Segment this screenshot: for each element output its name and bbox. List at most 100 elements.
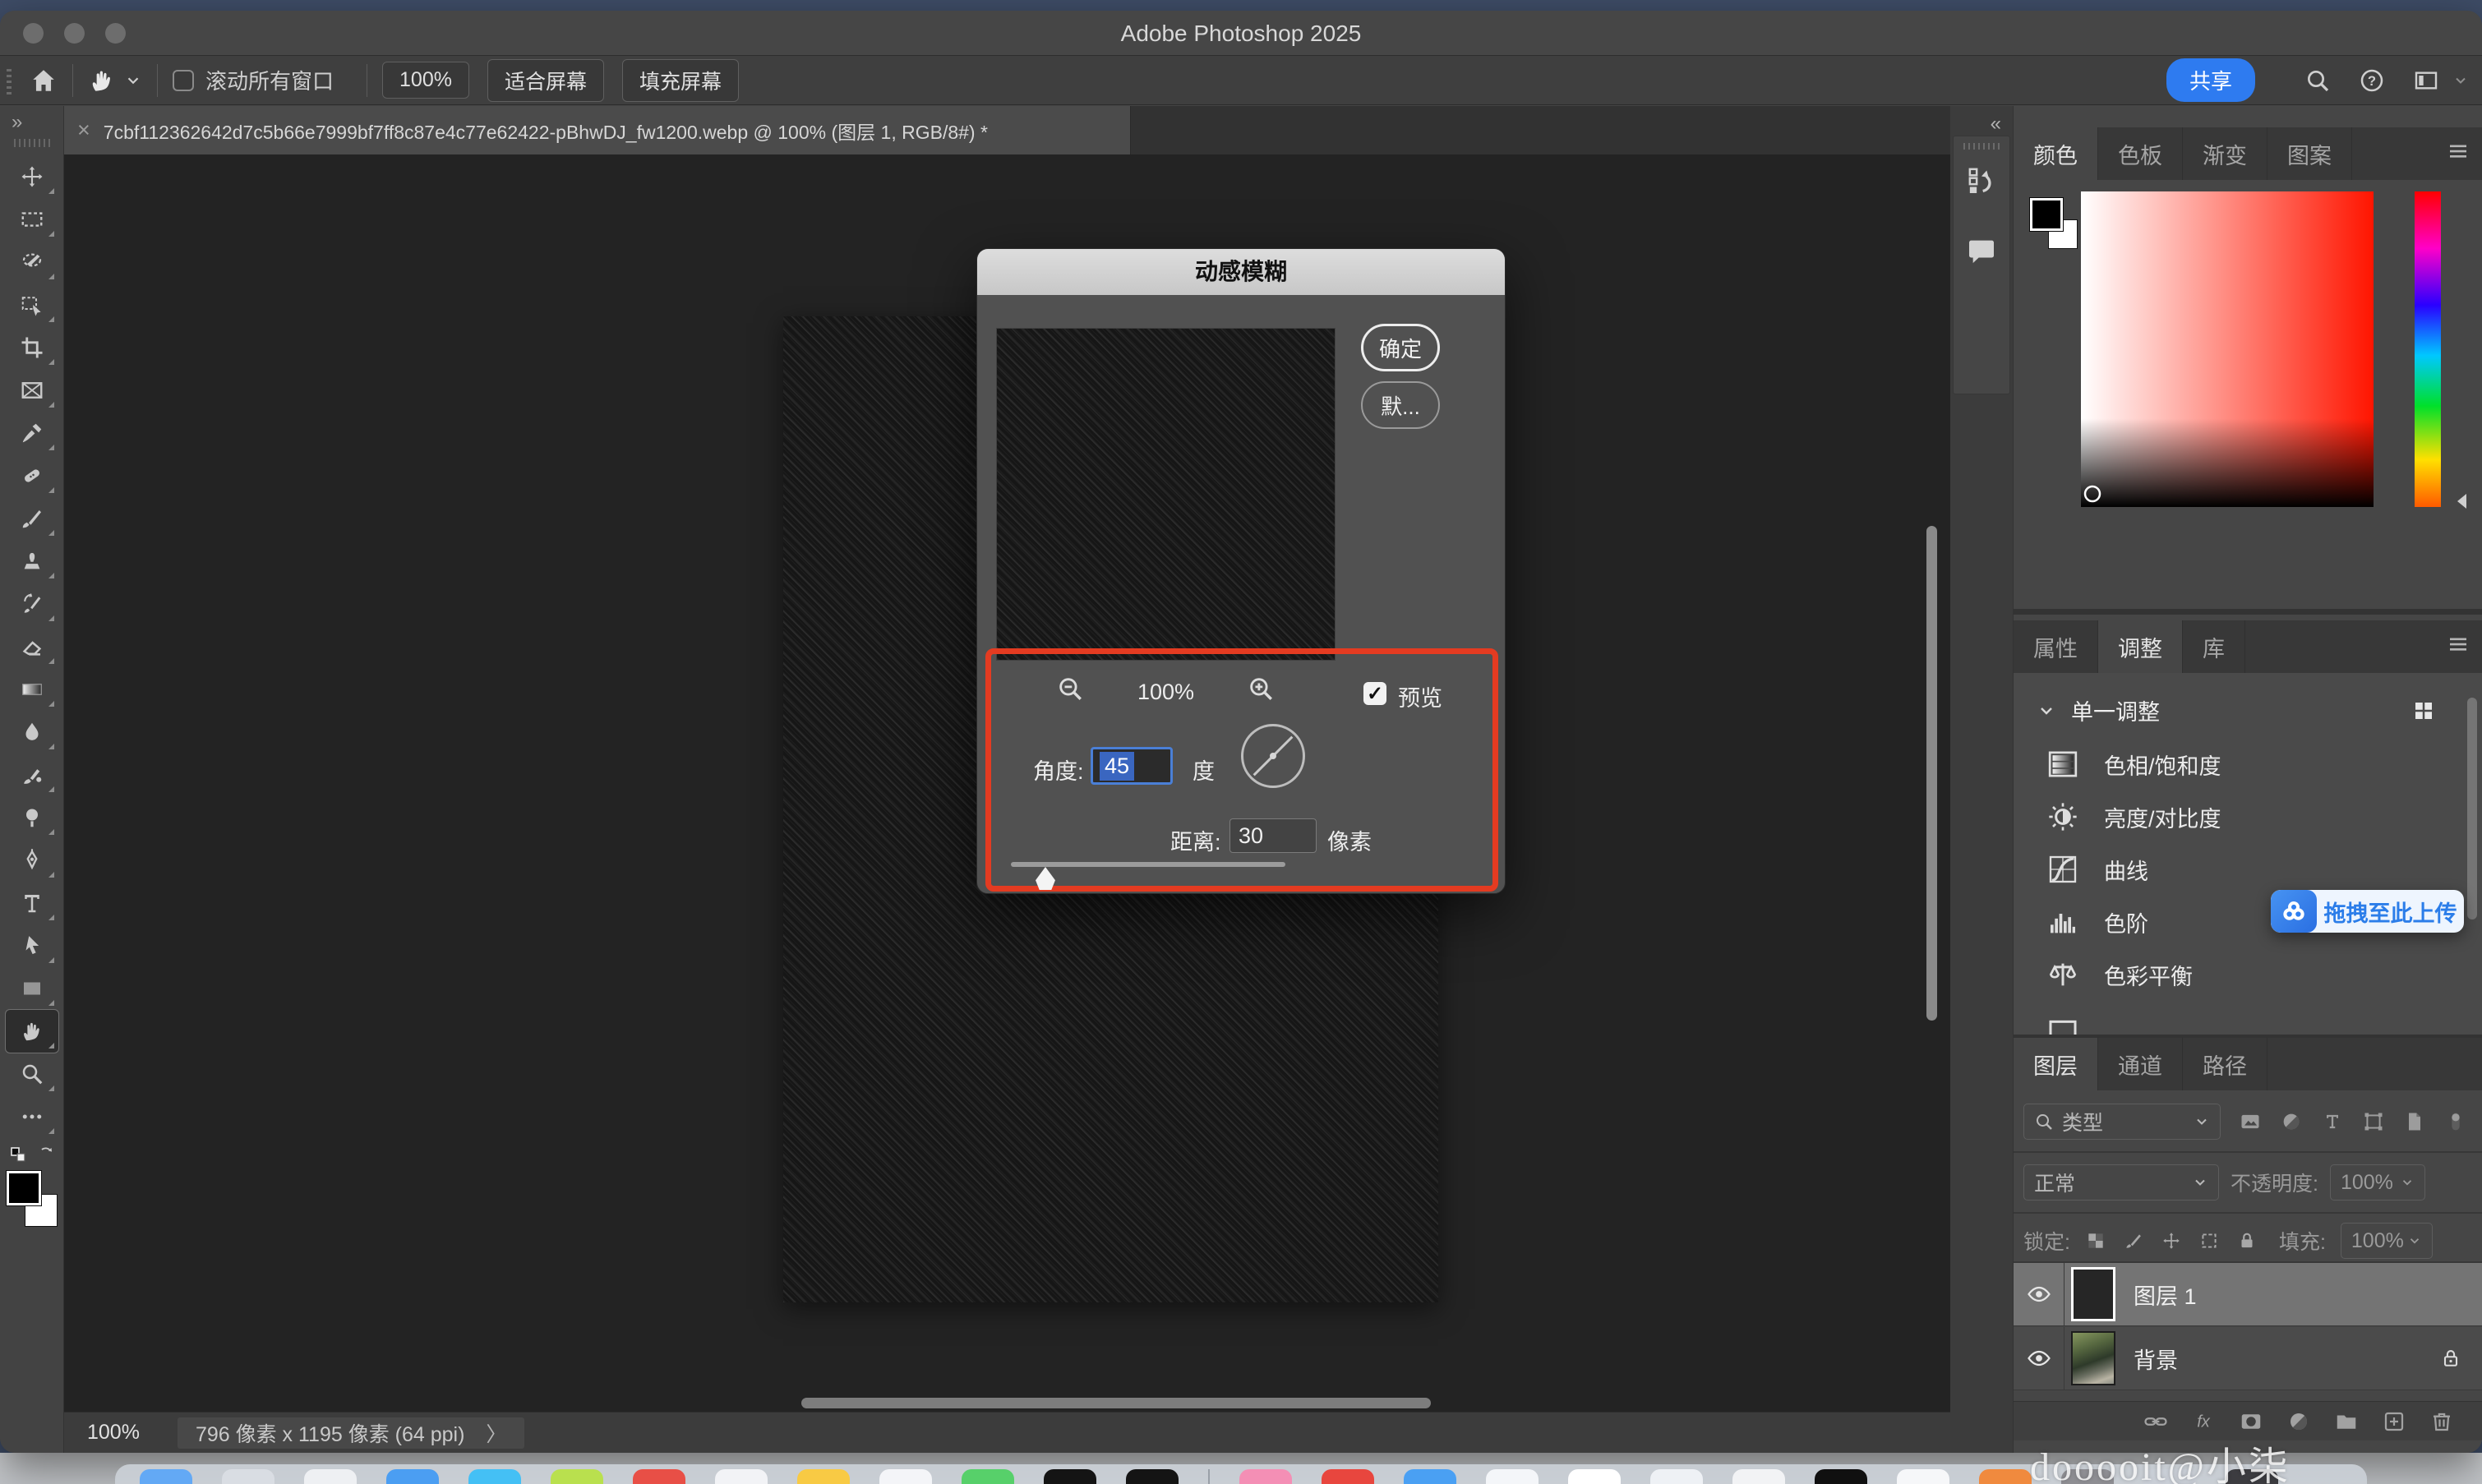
foreground-color-swatch[interactable]	[2030, 198, 2063, 231]
dock-app-icon[interactable]	[962, 1469, 1014, 1484]
checkerboard-icon[interactable]	[2085, 1230, 2106, 1251]
angle-dial[interactable]	[1241, 724, 1305, 788]
zoom-in-icon[interactable]	[1247, 675, 1275, 703]
dock-app-icon[interactable]	[1486, 1469, 1539, 1484]
status-chevron-icon[interactable]: 〉	[486, 1418, 506, 1448]
page-icon[interactable]	[2403, 1110, 2426, 1133]
dock-app-icon[interactable]	[879, 1469, 932, 1484]
pen-tool[interactable]	[6, 839, 58, 882]
layer-thumbnail[interactable]	[2071, 1267, 2115, 1321]
clone-stamp-tool[interactable]	[6, 540, 58, 583]
layer-name[interactable]: 图层 1	[2134, 1279, 2197, 1311]
trash-icon[interactable]	[2429, 1409, 2454, 1434]
search-icon[interactable]	[2304, 67, 2331, 94]
adjustment-item-1[interactable]: 亮度/对比度	[2014, 790, 2482, 843]
adjustment-item-5[interactable]	[2014, 1001, 2482, 1038]
dock-app-icon[interactable]	[304, 1469, 357, 1484]
lasso-tool[interactable]	[6, 241, 58, 283]
close-tab-icon[interactable]: ×	[77, 118, 90, 143]
hand-tool-icon[interactable]	[88, 67, 116, 94]
dock-app-icon[interactable]	[633, 1469, 685, 1484]
gradient-tool[interactable]	[6, 668, 58, 711]
hue-strip[interactable]	[2415, 191, 2441, 507]
collapse-panels-chevron[interactable]: «	[1950, 106, 2013, 136]
blend-mode-dropdown[interactable]: 正常	[2023, 1164, 2219, 1201]
layers-tab-0[interactable]: 图层	[2014, 1038, 2098, 1090]
dock-app-icon[interactable]	[468, 1469, 521, 1484]
distance-slider-track[interactable]	[1011, 862, 1285, 867]
layer-visibility-toggle[interactable]	[2014, 1263, 2064, 1325]
layer-thumbnail[interactable]	[2071, 1331, 2115, 1385]
horizontal-scrollbar[interactable]	[801, 1398, 1431, 1408]
mask-icon[interactable]	[2239, 1409, 2263, 1434]
opacity-dropdown[interactable]: 100%	[2330, 1164, 2425, 1201]
move-tool[interactable]	[6, 155, 58, 198]
adjustment-item-0[interactable]: 色相/饱和度	[2014, 738, 2482, 790]
hue-marker[interactable]	[2457, 494, 2466, 509]
vertical-scrollbar[interactable]	[1926, 526, 1937, 1021]
healing-brush-tool[interactable]	[6, 454, 58, 497]
image-icon[interactable]	[2239, 1110, 2262, 1133]
fit-screen-button[interactable]: 适合屏幕	[487, 59, 604, 102]
color-tab-2[interactable]: 渐变	[2183, 127, 2267, 180]
history-panel-icon[interactable]	[1965, 164, 1998, 197]
folder-icon[interactable]	[2334, 1409, 2359, 1434]
dock-app-icon[interactable]	[797, 1469, 850, 1484]
eyedropper-tool[interactable]	[6, 412, 58, 454]
layers-tab-2[interactable]: 路径	[2183, 1038, 2267, 1090]
artboard-icon[interactable]	[2198, 1230, 2220, 1251]
dock-app-icon[interactable]	[715, 1469, 768, 1484]
chevron-down-icon[interactable]	[2037, 701, 2056, 721]
dock-app-icon[interactable]	[551, 1469, 603, 1484]
status-zoom[interactable]: 100%	[87, 1421, 140, 1445]
ok-button[interactable]: 确定	[1361, 324, 1440, 371]
help-icon[interactable]: ?	[2359, 67, 2385, 94]
smudge-tool[interactable]	[6, 754, 58, 796]
link-icon[interactable]	[2143, 1409, 2168, 1434]
tools-grip[interactable]	[14, 139, 50, 147]
dock-app-icon[interactable]	[1126, 1469, 1179, 1484]
document-tab[interactable]: × 7cbf112362642d7c5b66e7999bf7ff8c87e4c7…	[64, 106, 1131, 154]
lock-icon[interactable]	[2236, 1230, 2258, 1251]
dialog-title[interactable]: 动感模糊	[977, 249, 1505, 295]
eraser-tool[interactable]	[6, 625, 58, 668]
single-adjustments-header[interactable]: 单一调整	[2071, 694, 2160, 726]
window-titlebar[interactable]: Adobe Photoshop 2025	[0, 11, 2482, 56]
expand-tools-chevron[interactable]: »	[0, 106, 63, 136]
foreground-color-swatch[interactable]	[7, 1171, 41, 1205]
blur-tool[interactable]	[6, 711, 58, 754]
dock-app-icon[interactable]	[1322, 1469, 1374, 1484]
status-doc-size[interactable]: 796 像素 x 1195 像素 (64 ppi) 〉	[178, 1417, 524, 1449]
new-layer-icon[interactable]	[2382, 1409, 2406, 1434]
panel-scrollbar[interactable]	[2467, 698, 2477, 919]
dock-app-icon[interactable]	[1650, 1469, 1703, 1484]
zoom-100-button[interactable]: 100%	[382, 62, 469, 99]
color-tab-3[interactable]: 图案	[2267, 127, 2352, 180]
layer-row-1[interactable]: 背景	[2014, 1327, 2482, 1390]
move-icon[interactable]	[2161, 1230, 2182, 1251]
chevron-down-icon[interactable]	[124, 71, 142, 90]
share-button[interactable]: 共享	[2166, 58, 2255, 102]
layer-visibility-toggle[interactable]	[2014, 1327, 2064, 1390]
adjustment-icon[interactable]	[2286, 1409, 2311, 1434]
panel-menu-icon[interactable]	[2446, 139, 2470, 164]
panel-menu-icon[interactable]	[2446, 632, 2470, 657]
dock-app-icon[interactable]	[1239, 1469, 1292, 1484]
adjustments-tab-2[interactable]: 库	[2183, 620, 2245, 673]
dock-app-icon[interactable]	[1979, 1469, 2032, 1484]
adjustment-icon[interactable]	[2280, 1110, 2303, 1133]
hand-tool[interactable]	[6, 1010, 58, 1053]
more-tools[interactable]	[6, 1095, 58, 1138]
angle-input[interactable]: 45	[1091, 747, 1173, 785]
fill-screen-button[interactable]: 填充屏幕	[622, 59, 739, 102]
brush-tool[interactable]	[6, 497, 58, 540]
type-icon[interactable]	[2321, 1110, 2344, 1133]
layers-tab-1[interactable]: 通道	[2098, 1038, 2183, 1090]
dock-app-icon[interactable]	[1568, 1469, 1621, 1484]
netdisk-upload-button[interactable]: 拖拽至此上传	[2271, 890, 2464, 933]
adjustment-item-2[interactable]: 曲线	[2014, 843, 2482, 896]
distance-input[interactable]: 30	[1229, 818, 1317, 853]
dock-app-icon[interactable]	[1897, 1469, 1949, 1484]
dock-app-icon[interactable]	[1044, 1469, 1096, 1484]
adjustment-item-4[interactable]: 色彩平衡	[2014, 948, 2482, 1001]
